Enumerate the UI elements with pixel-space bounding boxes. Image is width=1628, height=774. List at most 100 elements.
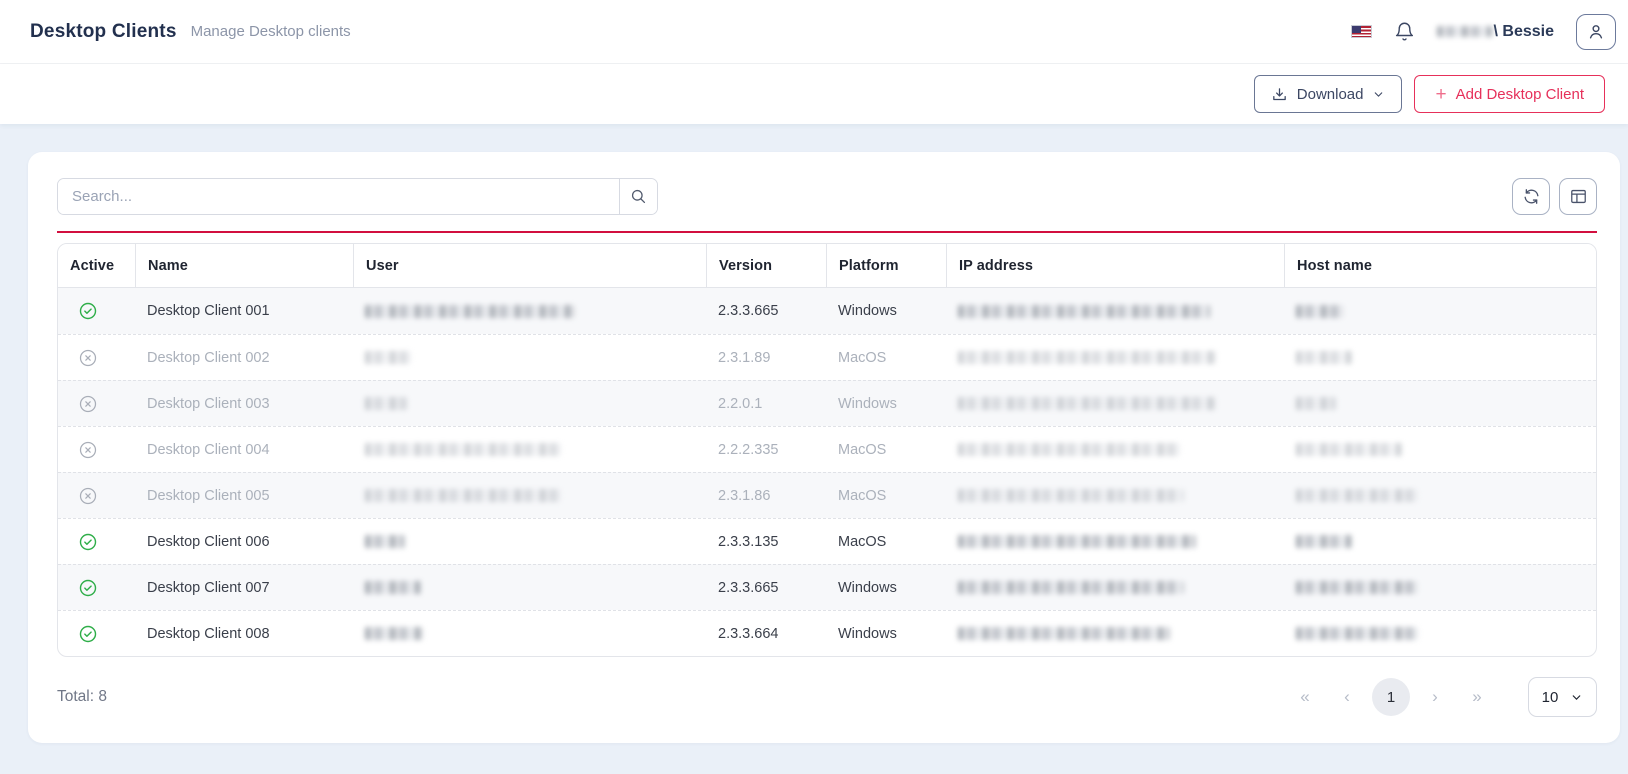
client-platform: Windows — [826, 381, 946, 426]
page-size-select[interactable]: 10 — [1528, 677, 1597, 717]
client-version: 2.2.0.1 — [706, 381, 826, 426]
redacted-host — [1296, 443, 1402, 456]
column-header-active[interactable]: Active — [58, 244, 135, 287]
redacted-host — [1296, 305, 1344, 318]
active-check-icon — [78, 532, 98, 552]
redacted-user — [365, 443, 561, 456]
chevron-down-icon — [1570, 691, 1583, 704]
client-name: Desktop Client 003 — [135, 381, 353, 426]
add-desktop-client-button[interactable]: + Add Desktop Client — [1414, 75, 1605, 113]
redacted-host — [1296, 535, 1352, 548]
redacted-host — [1296, 489, 1418, 502]
redacted-ip — [958, 489, 1184, 502]
inactive-x-icon — [78, 394, 98, 414]
client-version: 2.3.3.135 — [706, 519, 826, 564]
client-platform: MacOS — [826, 335, 946, 380]
search-group — [57, 178, 658, 215]
redacted-user — [365, 351, 411, 364]
client-version: 2.3.1.86 — [706, 473, 826, 518]
column-header-user[interactable]: User — [353, 244, 706, 287]
column-header-ip[interactable]: IP address — [946, 244, 1284, 287]
page-title: Desktop Clients — [30, 21, 177, 43]
inactive-x-icon — [78, 486, 98, 506]
redacted-host — [1296, 581, 1418, 594]
table-columns-icon — [1569, 187, 1588, 206]
column-header-host[interactable]: Host name — [1284, 244, 1596, 287]
inactive-x-icon — [78, 348, 98, 368]
next-page-button[interactable]: › — [1418, 680, 1452, 714]
redacted-ip — [958, 305, 1210, 318]
user-menu-button[interactable] — [1576, 14, 1616, 50]
client-version: 2.3.3.665 — [706, 565, 826, 610]
client-version: 2.3.1.89 — [706, 335, 826, 380]
first-page-button[interactable]: « — [1288, 680, 1322, 714]
client-platform: Windows — [826, 288, 946, 334]
client-name: Desktop Client 004 — [135, 427, 353, 472]
clients-table: Active Name User Version Platform IP add… — [57, 243, 1597, 657]
client-name: Desktop Client 001 — [135, 288, 353, 334]
plus-icon: + — [1435, 85, 1446, 104]
last-page-button[interactable]: » — [1460, 680, 1494, 714]
redacted-ip — [958, 397, 1216, 410]
client-platform: Windows — [826, 611, 946, 656]
redacted-domain — [1437, 26, 1492, 37]
search-input[interactable] — [58, 179, 619, 214]
column-header-name[interactable]: Name — [135, 244, 353, 287]
table-row[interactable]: Desktop Client 002 2.3.1.89 MacOS — [58, 334, 1596, 380]
prev-page-button[interactable]: ‹ — [1330, 680, 1364, 714]
chevron-down-icon — [1372, 88, 1385, 101]
table-row[interactable]: Desktop Client 001 2.3.3.665 Windows — [58, 288, 1596, 334]
client-name: Desktop Client 005 — [135, 473, 353, 518]
inactive-x-icon — [78, 440, 98, 460]
client-version: 2.2.2.335 — [706, 427, 826, 472]
redacted-user — [365, 397, 407, 410]
app-header: Desktop Clients Manage Desktop clients \… — [0, 0, 1628, 64]
page-1-button[interactable]: 1 — [1372, 678, 1410, 716]
redacted-ip — [958, 351, 1216, 364]
current-user: \ Bessie — [1437, 23, 1554, 41]
active-check-icon — [78, 301, 98, 321]
person-icon — [1586, 22, 1606, 42]
download-icon — [1271, 86, 1288, 103]
client-name: Desktop Client 006 — [135, 519, 353, 564]
redacted-host — [1296, 351, 1352, 364]
refresh-button[interactable] — [1512, 178, 1550, 215]
table-header: Active Name User Version Platform IP add… — [58, 244, 1596, 288]
table-row[interactable]: Desktop Client 007 2.3.3.665 Windows — [58, 564, 1596, 610]
column-settings-button[interactable] — [1559, 178, 1597, 215]
client-version: 2.3.3.665 — [706, 288, 826, 334]
clients-card: Active Name User Version Platform IP add… — [28, 152, 1620, 743]
refresh-icon — [1522, 187, 1541, 206]
redacted-host — [1296, 397, 1336, 410]
table-row[interactable]: Desktop Client 006 2.3.3.135 MacOS — [58, 518, 1596, 564]
username-label: \ Bessie — [1494, 23, 1554, 41]
language-flag-icon[interactable] — [1351, 25, 1372, 38]
client-platform: MacOS — [826, 473, 946, 518]
toolbar: Download + Add Desktop Client — [0, 64, 1628, 124]
client-name: Desktop Client 002 — [135, 335, 353, 380]
total-count: Total: 8 — [57, 688, 107, 706]
table-row[interactable]: Desktop Client 003 2.2.0.1 Windows — [58, 380, 1596, 426]
table-row[interactable]: Desktop Client 004 2.2.2.335 MacOS — [58, 426, 1596, 472]
redacted-user — [365, 581, 421, 594]
page-size-value: 10 — [1542, 689, 1559, 706]
add-desktop-client-label: Add Desktop Client — [1456, 86, 1584, 103]
redacted-user — [365, 305, 575, 318]
redacted-ip — [958, 627, 1170, 640]
redacted-host — [1296, 627, 1418, 640]
search-button[interactable] — [619, 179, 657, 214]
redacted-ip — [958, 443, 1180, 456]
column-header-version[interactable]: Version — [706, 244, 826, 287]
table-row[interactable]: Desktop Client 005 2.3.1.86 MacOS — [58, 472, 1596, 518]
client-name: Desktop Client 008 — [135, 611, 353, 656]
redacted-user — [365, 535, 405, 548]
table-row[interactable]: Desktop Client 008 2.3.3.664 Windows — [58, 610, 1596, 656]
download-label: Download — [1297, 86, 1364, 103]
redacted-user — [365, 489, 561, 502]
column-header-platform[interactable]: Platform — [826, 244, 946, 287]
download-button[interactable]: Download — [1254, 75, 1403, 113]
redacted-ip — [958, 581, 1184, 594]
redacted-user — [365, 627, 423, 640]
notifications-button[interactable] — [1394, 21, 1415, 43]
client-platform: MacOS — [826, 519, 946, 564]
